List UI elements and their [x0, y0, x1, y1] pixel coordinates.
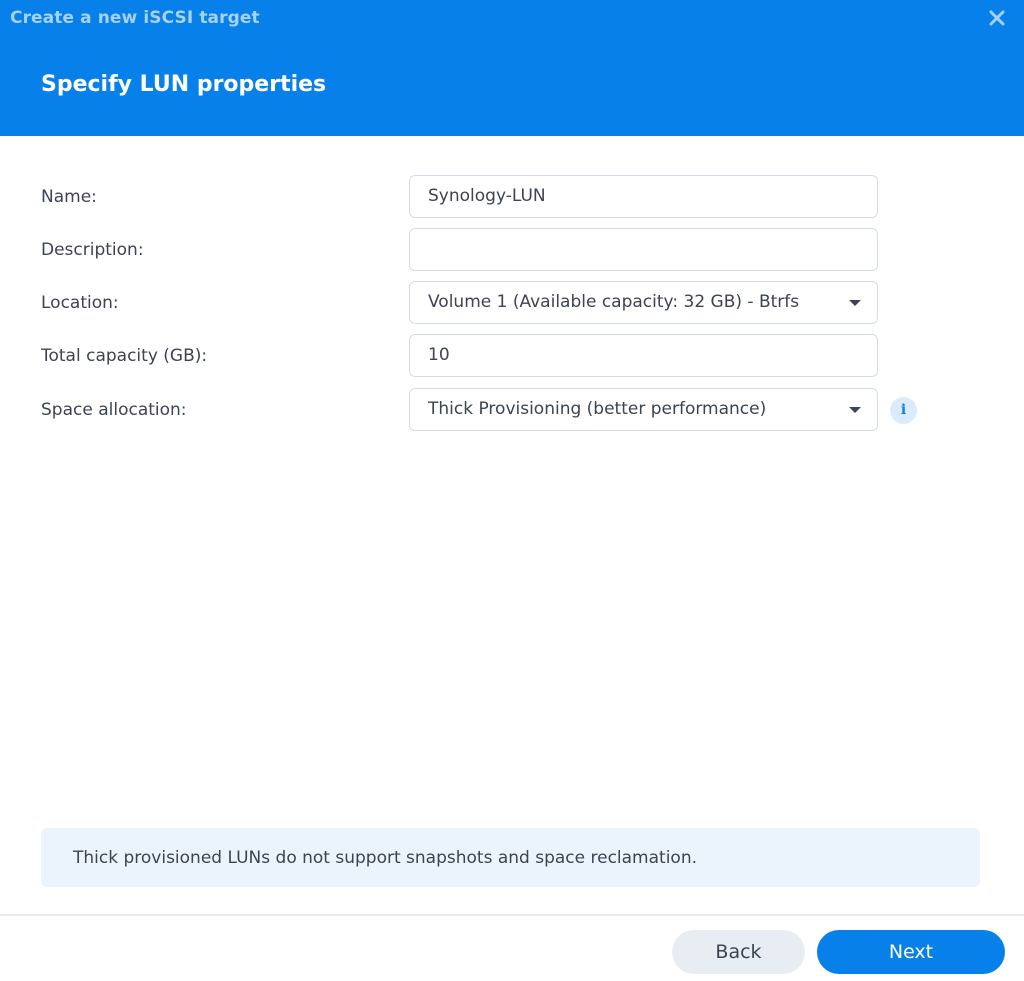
total-capacity-input-value: 10 — [428, 345, 450, 365]
notice-text: Thick provisioned LUNs do not support sn… — [73, 848, 698, 868]
name-input[interactable]: Synology-LUN — [409, 175, 878, 218]
location-select-value: Volume 1 (Available capacity: 32 GB) - B… — [428, 292, 800, 312]
space-allocation-label: Space allocation: — [41, 400, 187, 420]
footer-divider — [0, 914, 1024, 916]
description-label: Description: — [41, 240, 144, 260]
info-notice: Thick provisioned LUNs do not support sn… — [41, 828, 980, 887]
space-allocation-select-value: Thick Provisioning (better performance) — [428, 399, 767, 419]
chevron-down-icon — [849, 407, 861, 413]
location-select[interactable]: Volume 1 (Available capacity: 32 GB) - B… — [409, 281, 878, 324]
total-capacity-row: Total capacity (GB): 10 — [0, 334, 1024, 378]
location-row: Location: Volume 1 (Available capacity: … — [0, 281, 1024, 325]
info-icon[interactable]: i — [890, 397, 917, 424]
close-icon — [989, 10, 1005, 26]
name-label: Name: — [41, 187, 97, 207]
space-allocation-select[interactable]: Thick Provisioning (better performance) — [409, 388, 878, 431]
space-allocation-row: Space allocation: Thick Provisioning (be… — [0, 388, 1024, 432]
description-row: Description: — [0, 228, 1024, 272]
name-row: Name: Synology-LUN — [0, 175, 1024, 219]
close-button[interactable] — [988, 6, 1010, 30]
back-button[interactable]: Back — [672, 930, 805, 974]
total-capacity-label: Total capacity (GB): — [41, 346, 208, 366]
wizard-header: Create a new iSCSI target Specify LUN pr… — [0, 0, 1024, 136]
chevron-down-icon — [849, 300, 861, 306]
step-title: Specify LUN properties — [41, 72, 327, 97]
total-capacity-input[interactable]: 10 — [409, 334, 878, 377]
location-label: Location: — [41, 293, 119, 313]
description-input[interactable] — [409, 228, 878, 271]
next-button[interactable]: Next — [817, 930, 1005, 974]
window-title: Create a new iSCSI target — [10, 8, 260, 28]
name-input-value: Synology-LUN — [428, 186, 546, 206]
